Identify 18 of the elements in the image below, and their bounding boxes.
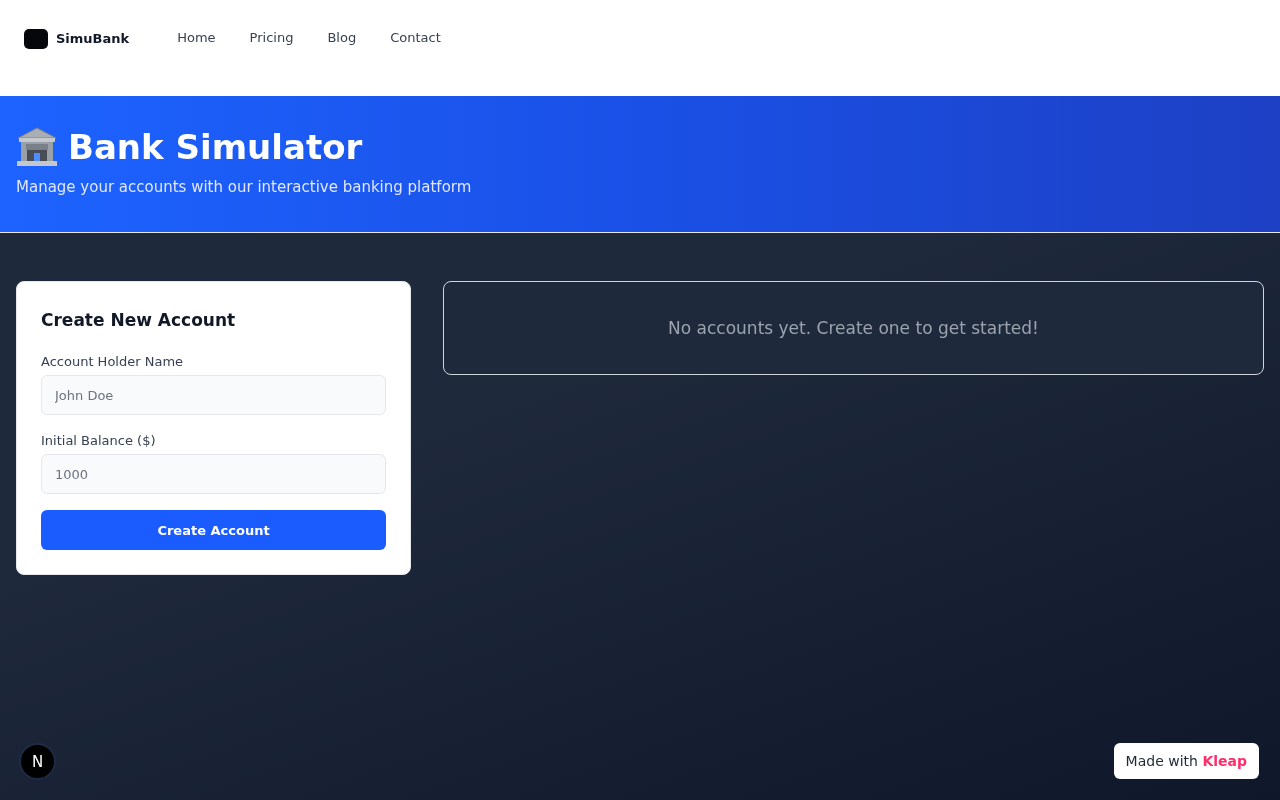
made-with-badge[interactable]: Made with Kleap <box>1113 743 1259 779</box>
brand-name: SimuBank <box>56 30 130 48</box>
page-title: Bank Simulator <box>68 126 363 169</box>
nav-link[interactable]: Home <box>177 28 216 48</box>
create-account-button[interactable]: Create Account <box>41 510 386 550</box>
input-field[interactable]: 1000 <box>41 454 386 494</box>
field-label: Account Holder Name <box>41 353 185 371</box>
logo-icon <box>24 29 48 49</box>
field-label: Initial Balance ($) <box>41 432 157 450</box>
card-title: Create New Account <box>41 309 237 332</box>
nav-link[interactable]: Contact <box>390 28 441 48</box>
nav-link[interactable]: Blog <box>327 28 357 48</box>
dev-indicator-button[interactable]: N <box>19 743 56 780</box>
bank-building-icon <box>16 127 58 167</box>
input-field[interactable]: John Doe <box>41 375 386 415</box>
page-subtitle: Manage your accounts with our interactive banking platform <box>16 177 472 198</box>
empty-state-message: No accounts yet. Create one to get started! <box>668 317 1039 340</box>
nav-link[interactable]: Pricing <box>249 28 294 48</box>
